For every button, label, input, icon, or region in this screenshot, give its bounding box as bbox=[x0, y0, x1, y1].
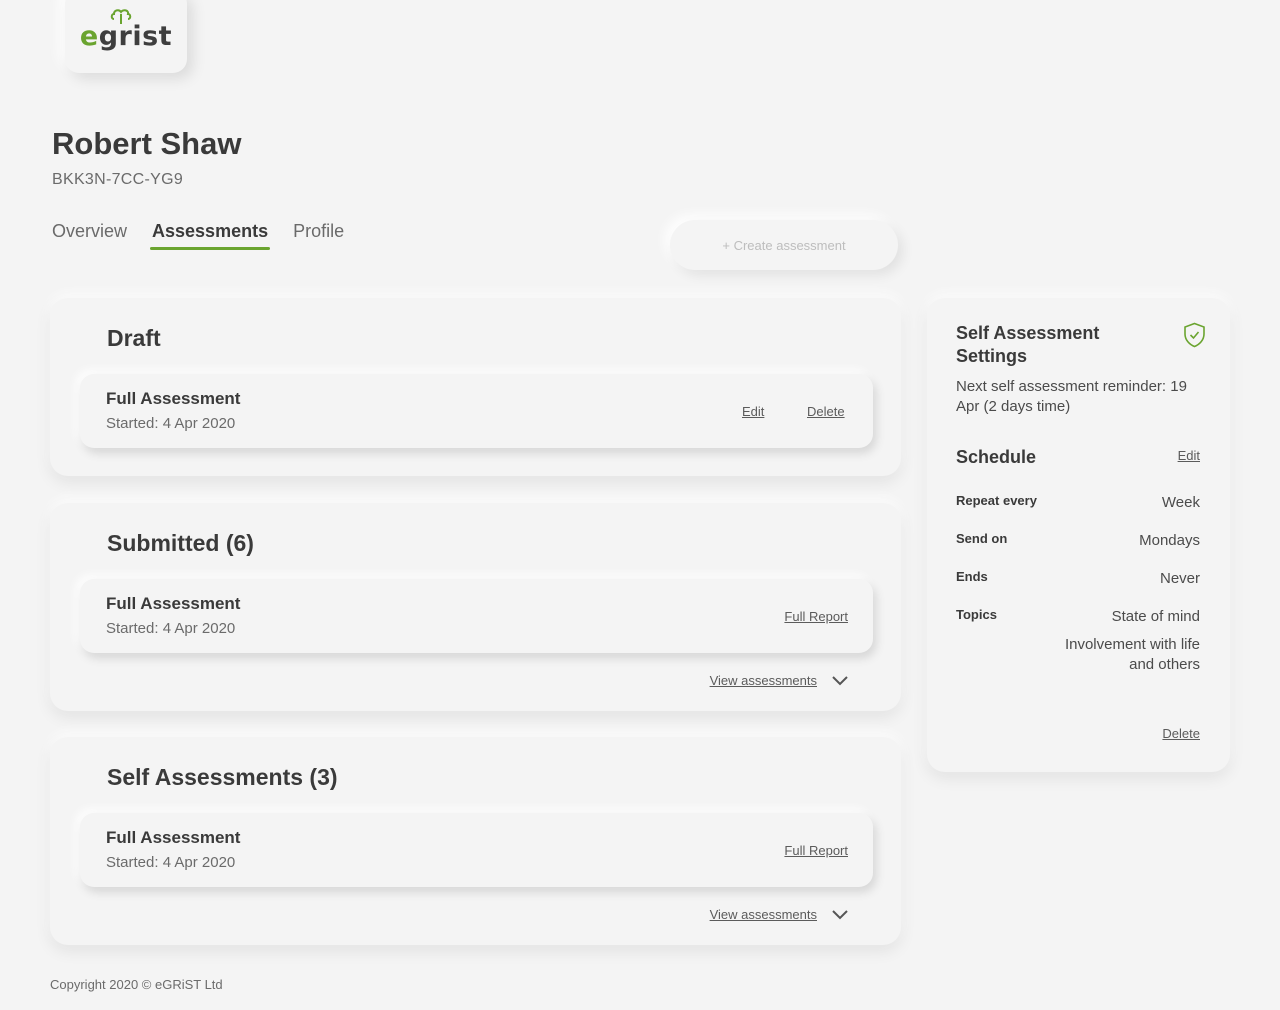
assessment-title: Full Assessment bbox=[106, 828, 241, 847]
self-assessments-heading: Self Assessments (3) bbox=[107, 764, 338, 790]
tab-assessments[interactable]: Assessments bbox=[150, 221, 271, 250]
view-assessments-row[interactable]: View assessments bbox=[710, 907, 849, 922]
schedule-row: Repeat every Week bbox=[956, 493, 1200, 513]
tree-icon bbox=[110, 9, 132, 24]
egrist-logo: egrist bbox=[79, 9, 173, 52]
schedule-row: Ends Never bbox=[956, 569, 1200, 589]
tab-profile[interactable]: Profile bbox=[293, 221, 344, 248]
self-assessment-settings-card: Self Assessment Settings Next self asses… bbox=[927, 298, 1230, 772]
schedule-key: Send on bbox=[956, 531, 1008, 546]
schedule-title: Schedule bbox=[956, 447, 1037, 467]
schedule-value: State of mind bbox=[1111, 608, 1200, 625]
assessment-started: Started: 4 Apr 2020 bbox=[106, 854, 236, 871]
reminder-text: Next self assessment reminder: 19 Apr (2… bbox=[956, 378, 1187, 415]
full-report-link[interactable]: Full Report bbox=[784, 609, 848, 624]
view-assessments-link[interactable]: View assessments bbox=[710, 907, 817, 922]
topic-item: Involvement with life and others bbox=[1064, 636, 1200, 673]
user-id: BKK3N-7CC-YG9 bbox=[52, 171, 184, 188]
schedule-row: Send on Mondays bbox=[956, 531, 1200, 551]
schedule-key: Ends bbox=[956, 569, 988, 584]
view-assessments-row[interactable]: View assessments bbox=[710, 673, 849, 688]
draft-heading: Draft bbox=[107, 325, 161, 351]
tab-overview[interactable]: Overview bbox=[52, 221, 127, 248]
draft-assessment-item: Full Assessment Started: 4 Apr 2020 Edit… bbox=[80, 374, 873, 448]
submitted-section: Submitted (6) Full Assessment Started: 4… bbox=[50, 503, 901, 711]
schedule-value: Never bbox=[1159, 570, 1200, 587]
draft-section: Draft Full Assessment Started: 4 Apr 202… bbox=[50, 298, 901, 476]
user-name: Robert Shaw bbox=[52, 126, 242, 161]
full-report-link[interactable]: Full Report bbox=[784, 843, 848, 858]
assessment-started: Started: 4 Apr 2020 bbox=[106, 620, 236, 637]
settings-title: Self Assessment Settings bbox=[956, 323, 1100, 366]
delete-link[interactable]: Delete bbox=[807, 404, 845, 419]
chevron-down-icon[interactable] bbox=[831, 909, 849, 921]
chevron-down-icon[interactable] bbox=[831, 675, 849, 687]
submitted-heading: Submitted (6) bbox=[107, 530, 254, 556]
shield-check-icon bbox=[1184, 322, 1205, 348]
self-assessment-item: Full Assessment Started: 4 Apr 2020 Full… bbox=[80, 813, 873, 887]
schedule-key: Topics bbox=[956, 607, 997, 622]
tab-bar: Overview Assessments Profile bbox=[52, 221, 344, 250]
logo-card[interactable]: egrist bbox=[65, 0, 187, 73]
edit-link[interactable]: Edit bbox=[742, 404, 764, 419]
schedule-row: Topics State of mind bbox=[956, 607, 1200, 627]
schedule-key: Repeat every bbox=[956, 493, 1037, 508]
view-assessments-link[interactable]: View assessments bbox=[710, 673, 817, 688]
assessment-title: Full Assessment bbox=[106, 389, 241, 408]
logo-e: e bbox=[79, 21, 99, 52]
assessment-title: Full Assessment bbox=[106, 594, 241, 613]
schedule-value: Mondays bbox=[1139, 532, 1200, 549]
create-assessment-button[interactable]: + Create assessment bbox=[670, 220, 898, 270]
schedule-value: Week bbox=[1161, 494, 1200, 511]
self-assessments-section: Self Assessments (3) Full Assessment Sta… bbox=[50, 737, 901, 945]
footer-copyright: Copyright 2020 © eGRiST Ltd bbox=[50, 977, 223, 992]
settings-delete-link[interactable]: Delete bbox=[1162, 726, 1200, 741]
assessment-started: Started: 4 Apr 2020 bbox=[106, 415, 236, 432]
submitted-assessment-item: Full Assessment Started: 4 Apr 2020 Full… bbox=[80, 579, 873, 653]
logo-text: grist bbox=[98, 21, 173, 52]
schedule-edit-link[interactable]: Edit bbox=[1178, 448, 1200, 463]
